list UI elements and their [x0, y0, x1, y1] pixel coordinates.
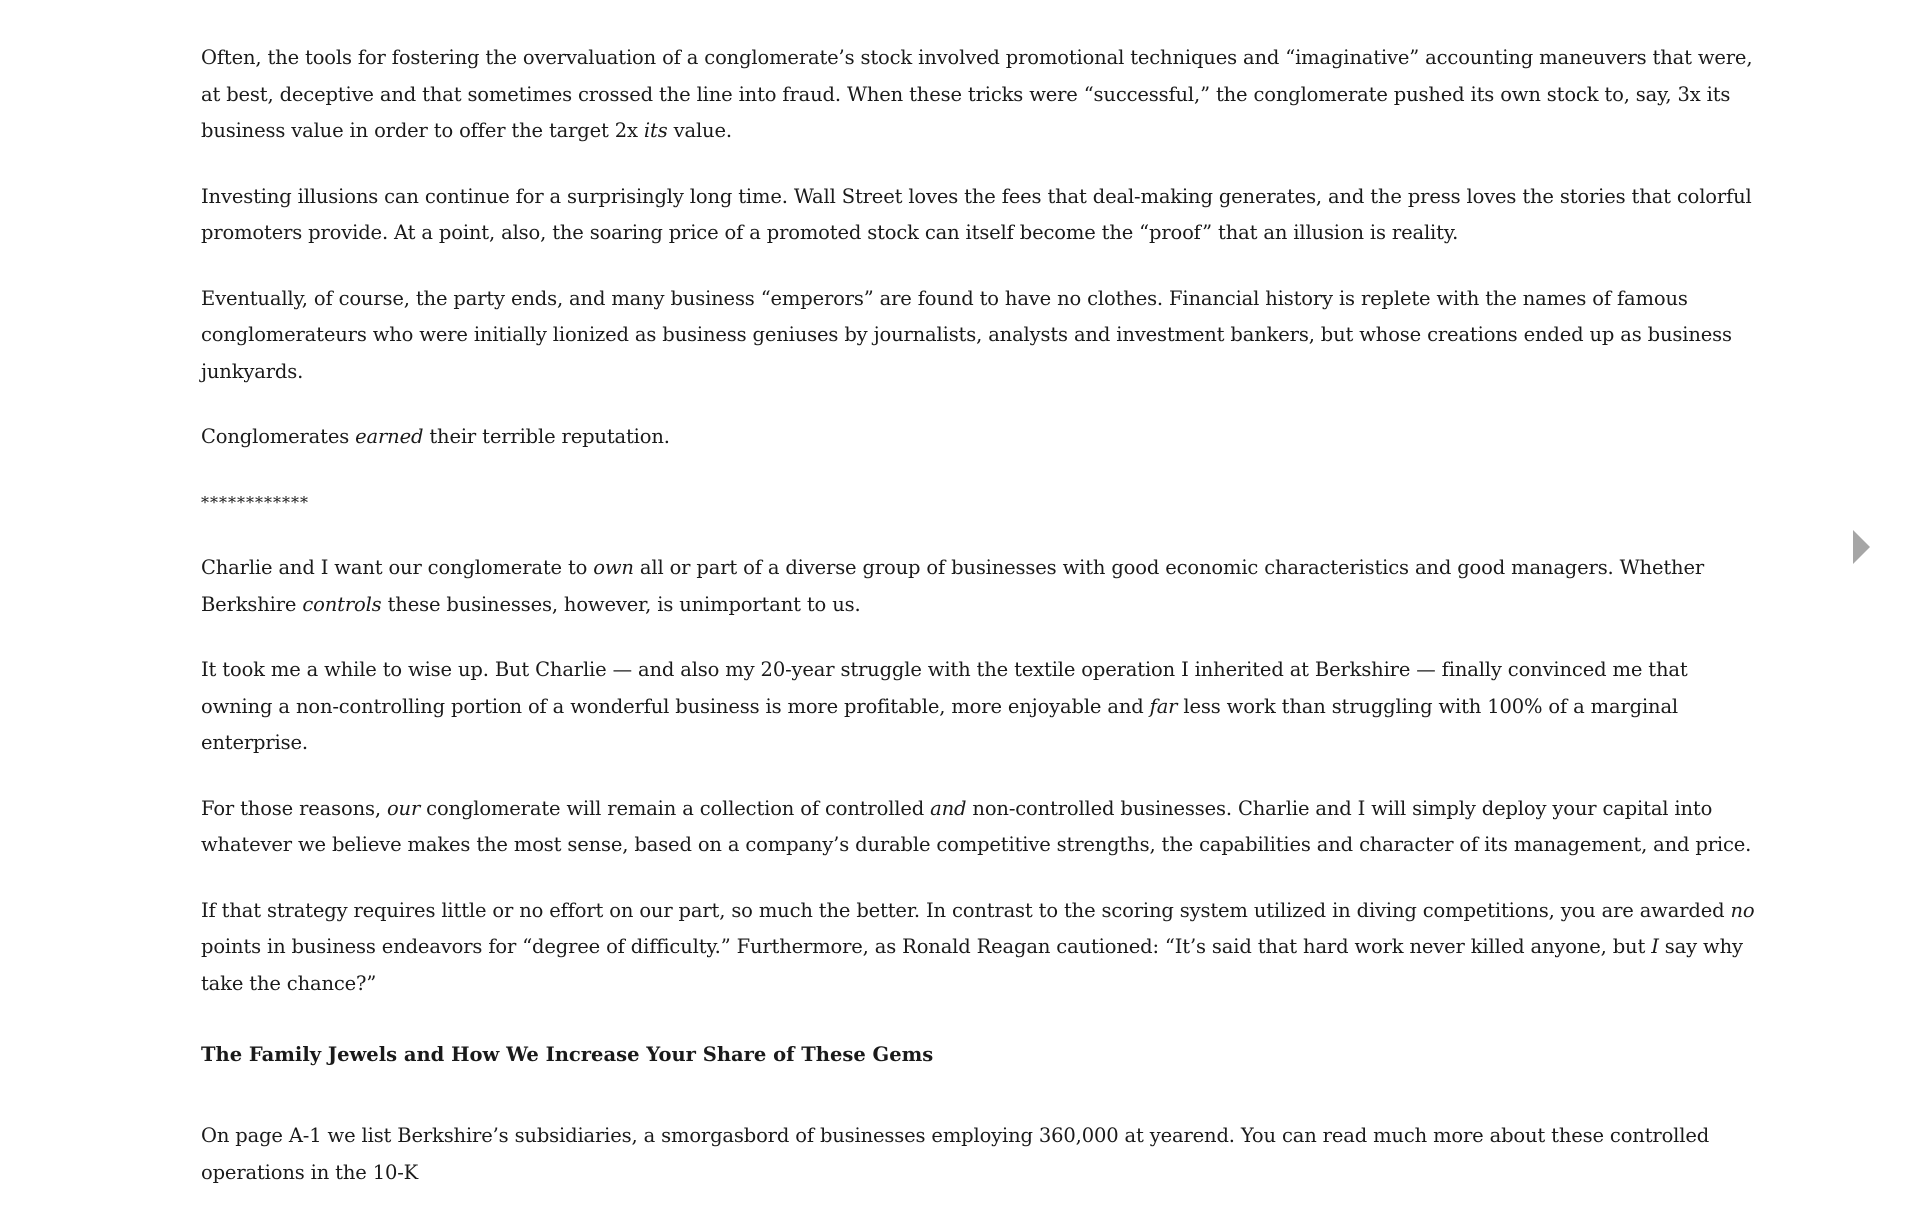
next-page-arrow-icon[interactable]	[1853, 530, 1870, 564]
paragraph-strategy-effort: If that strategy requires little or no e…	[201, 898, 1755, 995]
paragraph-own-businesses: Charlie and I want our conglomerate to o…	[201, 556, 1705, 616]
document-body: Often, the tools for fostering the overv…	[201, 40, 1761, 1220]
paragraph-party-ends: Eventually, of course, the party ends, a…	[201, 286, 1732, 383]
paragraph-subsidiaries: On page A-1 we list Berkshire’s subsidia…	[201, 1124, 1710, 1184]
paragraph-wise-up: It took me a while to wise up. But Charl…	[201, 658, 1688, 754]
section-separator: ************	[201, 492, 309, 512]
paragraph-overvaluation: Often, the tools for fostering the overv…	[201, 46, 1753, 142]
paragraph-those-reasons: For those reasons, our conglomerate will…	[201, 796, 1752, 857]
section-heading-family-jewels: The Family Jewels and How We Increase Yo…	[201, 1043, 934, 1066]
paragraph-terrible-reputation: Conglomerates earned their terrible repu…	[201, 425, 670, 448]
paragraph-investing-illusions: Investing illusions can continue for a s…	[201, 184, 1752, 245]
